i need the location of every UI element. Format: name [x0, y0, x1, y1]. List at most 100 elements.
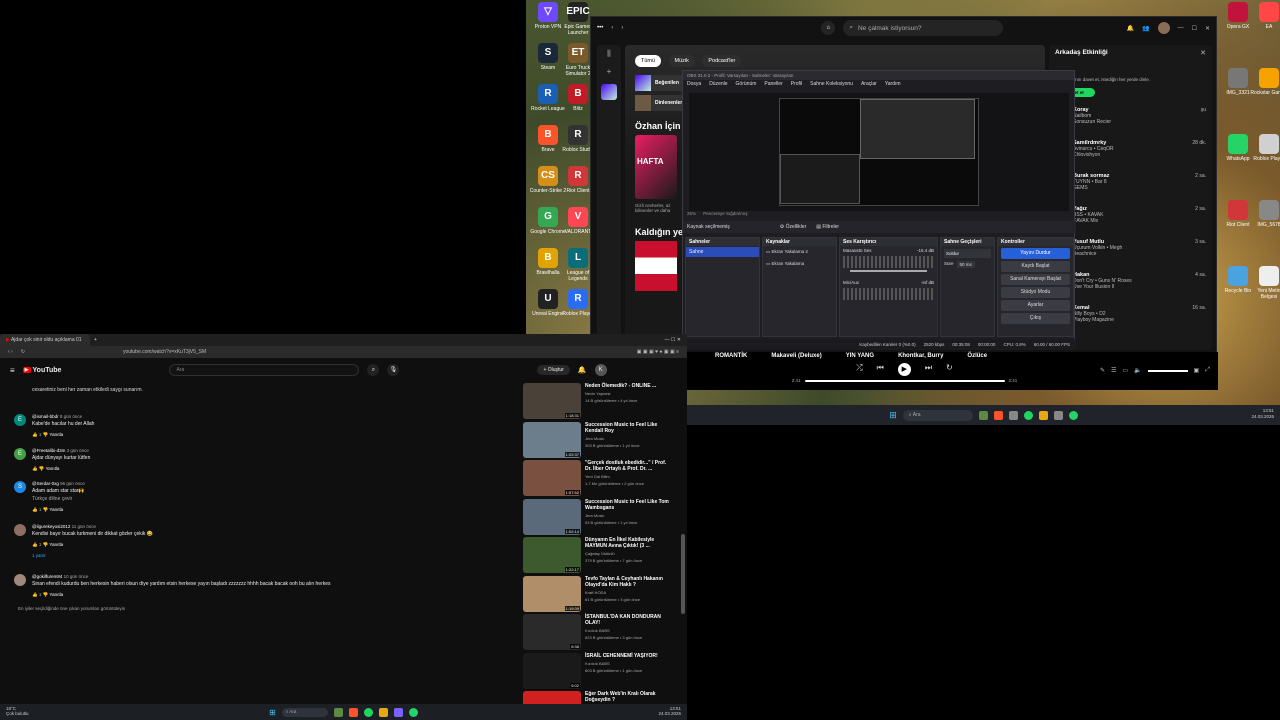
video-thumbnail[interactable]: 6:38	[523, 614, 581, 650]
shortcut-recent[interactable]: Dinlenenler	[635, 95, 683, 111]
app-icon[interactable]	[393, 707, 403, 717]
volume-slider[interactable]	[1147, 370, 1188, 372]
minimize-icon[interactable]: —	[1178, 25, 1184, 31]
spotify-icon[interactable]	[363, 707, 373, 717]
video-thumbnail[interactable]: 1:02:37	[523, 421, 581, 458]
taskbar-search[interactable]: ⌕ Ara	[281, 707, 328, 717]
video-thumbnail[interactable]: 1:57:52	[523, 460, 581, 496]
track-label[interactable]: ROMANTİK	[715, 353, 747, 359]
comment-avatar[interactable]	[14, 524, 26, 536]
folder-icon[interactable]	[1038, 410, 1048, 420]
source-item[interactable]: ▭ Ekran Yakalama 2	[763, 246, 836, 258]
filters-button[interactable]: ▤ Filtreler	[816, 224, 839, 230]
menu-item[interactable]: Görünüm	[736, 81, 757, 87]
properties-button[interactable]: ⚙ Özellikler	[780, 224, 806, 230]
like-icon[interactable]: 👍	[32, 592, 39, 597]
clock[interactable]: 13:51 24.03.2026	[1251, 408, 1274, 420]
track-label[interactable]: Özlüce	[967, 353, 987, 359]
like-icon[interactable]: 👍	[32, 466, 39, 471]
reply-button[interactable]: Yanıtla	[49, 542, 63, 547]
spotify-search[interactable]: ⌕ Ne çalmak istiyorsun?	[843, 20, 1004, 36]
video-title[interactable]: Neden Ölemedik? - ONLINE ...	[585, 383, 656, 389]
video-title[interactable]: Eğer Dark Web'in Kralı Olarak Doğseydin …	[585, 691, 673, 703]
close-icon[interactable]: ✕	[1205, 25, 1210, 32]
brave-icon[interactable]	[348, 707, 358, 717]
brave-icon[interactable]	[993, 410, 1003, 420]
video-thumbnail[interactable]: 1:22:17	[523, 537, 581, 573]
preview-canvas[interactable]	[779, 98, 979, 206]
reply-button[interactable]: Yanıtla	[46, 466, 60, 471]
previous-icon[interactable]: ⏮	[877, 363, 884, 376]
replies-toggle[interactable]: 1 yanıt	[32, 553, 514, 558]
track-label[interactable]: YIN YANG	[846, 353, 874, 359]
control-button[interactable]: Yayını Durdur	[1001, 248, 1070, 259]
track-label[interactable]: Khontkar, Burry	[898, 353, 943, 359]
avatar[interactable]: K	[594, 364, 607, 376]
create-button[interactable]: + Oluştur	[537, 365, 570, 375]
shortcut-liked[interactable]: Beğenilen	[635, 75, 683, 91]
video-thumbnail[interactable]: 1:19:39	[523, 575, 581, 612]
folder-icon[interactable]	[378, 707, 388, 717]
close-icon[interactable]: ✕	[1200, 49, 1206, 57]
device-icon[interactable]: ▭	[1122, 367, 1128, 374]
friends-icon[interactable]: 👥	[1142, 25, 1149, 32]
playlist-card[interactable]	[635, 241, 677, 291]
whatsapp-icon[interactable]	[408, 707, 418, 717]
desktop-shortcut[interactable]: IMG_5678	[1249, 200, 1280, 228]
channel-name[interactable]: Kızılcık BABS	[585, 661, 658, 666]
comment-avatar[interactable]: S	[14, 481, 26, 493]
recommended-video[interactable]: 1:02:37 Succession Music to Feel Like Ken…	[523, 421, 673, 458]
control-button[interactable]: Stüdyo Modu	[1001, 287, 1070, 298]
scrollbar[interactable]	[681, 534, 685, 614]
filter-podcasts[interactable]: Podcast'ler	[702, 55, 742, 67]
comment-avatar[interactable]	[14, 574, 26, 586]
filter-music[interactable]: Müzik	[668, 55, 695, 67]
miniplayer-icon[interactable]: ▣	[1194, 367, 1200, 374]
bell-icon[interactable]: 🔔	[1127, 25, 1134, 32]
menu-item[interactable]: Paneller	[764, 81, 782, 87]
discover-weekly-card[interactable]: HAFTA	[635, 135, 677, 199]
video-thumbnail[interactable]: 6:02	[523, 652, 581, 689]
fullscreen-icon[interactable]: ⤢	[1205, 367, 1210, 374]
menu-item[interactable]: Araçlar	[861, 81, 877, 87]
shuffle-icon[interactable]: ⤮	[856, 363, 862, 376]
reply-button[interactable]: Yanıtla	[49, 432, 63, 437]
control-button[interactable]: Sanal Kamerayı Başlat	[1001, 274, 1070, 285]
recommended-video[interactable]: 1:57:52 "Gerçek dostluk ebedidir..." / Pr…	[523, 460, 673, 496]
extensions-icons[interactable]: ▣ ▣ ▣ ♥ ● ▣ ▣ ≡	[637, 349, 679, 355]
desktop-shortcut[interactable]: EA	[1249, 2, 1280, 30]
recommended-video[interactable]: 6:38 İSTANBUL'DA KAN DONDURAN OLAY! Kızılc…	[523, 614, 673, 650]
comment-author[interactable]: @ilgurekeyosi2012	[32, 524, 70, 529]
recommended-video[interactable]: 1:19:39 Tevfo Taylan & Ceyhanlı Hakanın O…	[523, 575, 673, 612]
comment-avatar[interactable]: E	[14, 448, 26, 460]
browser-tab[interactable]: ▶ Ajdar çok sinir oldu açıklama 01	[0, 334, 90, 346]
translate-link[interactable]: Türkçe diline çevir	[32, 496, 514, 502]
channel-name[interactable]: Nevin Yapnesi	[585, 391, 656, 396]
desktop-shortcut[interactable]: Yeni Metin Belgesi	[1249, 266, 1280, 300]
filter-all[interactable]: Tümü	[635, 55, 662, 67]
comment-author[interactable]: @gokilfurem84	[32, 574, 62, 579]
control-button[interactable]: Çıkış	[1001, 313, 1070, 324]
weather-widget[interactable]: 18°C Çok bulutlu	[6, 706, 29, 716]
reload-icon[interactable]: ↻	[21, 349, 25, 355]
more-icon[interactable]: •••	[597, 25, 603, 31]
whatsapp-icon[interactable]	[1068, 410, 1078, 420]
recommended-video[interactable]: 1:18:31 Neden Ölemedik? - ONLINE ... Nevin…	[523, 383, 673, 419]
channel-name[interactable]: Kraft HODA	[585, 590, 673, 595]
channel-name[interactable]: Jera Music	[585, 513, 673, 518]
video-thumbnail[interactable]: 1:02:14	[523, 498, 581, 535]
progress-bar[interactable]	[804, 379, 1005, 382]
recommended-video[interactable]: 1:02:14 Succession Music to Feel Like Tom…	[523, 498, 673, 535]
video-title[interactable]: Succession Music to Feel Like Tom Wambsg…	[585, 499, 673, 511]
taskbar-app-icon[interactable]	[978, 410, 988, 420]
menu-item[interactable]: Düzenle	[709, 81, 727, 87]
home-icon[interactable]: ⌂	[821, 21, 836, 35]
taskbar-app-icon[interactable]	[333, 707, 343, 717]
plus-icon[interactable]: +	[597, 67, 621, 76]
spotify-icon[interactable]	[1023, 410, 1033, 420]
control-button[interactable]: Kaydı Başlat	[1001, 261, 1070, 272]
back-icon[interactable]: ‹	[611, 25, 613, 31]
scene-item[interactable]: Sahne	[686, 247, 759, 257]
menu-item[interactable]: Yardım	[885, 81, 901, 87]
recommended-video[interactable]: 6:02 İSRAİL CEHENNEMİ YAŞIYOR! Kızılcık BA…	[523, 652, 673, 689]
